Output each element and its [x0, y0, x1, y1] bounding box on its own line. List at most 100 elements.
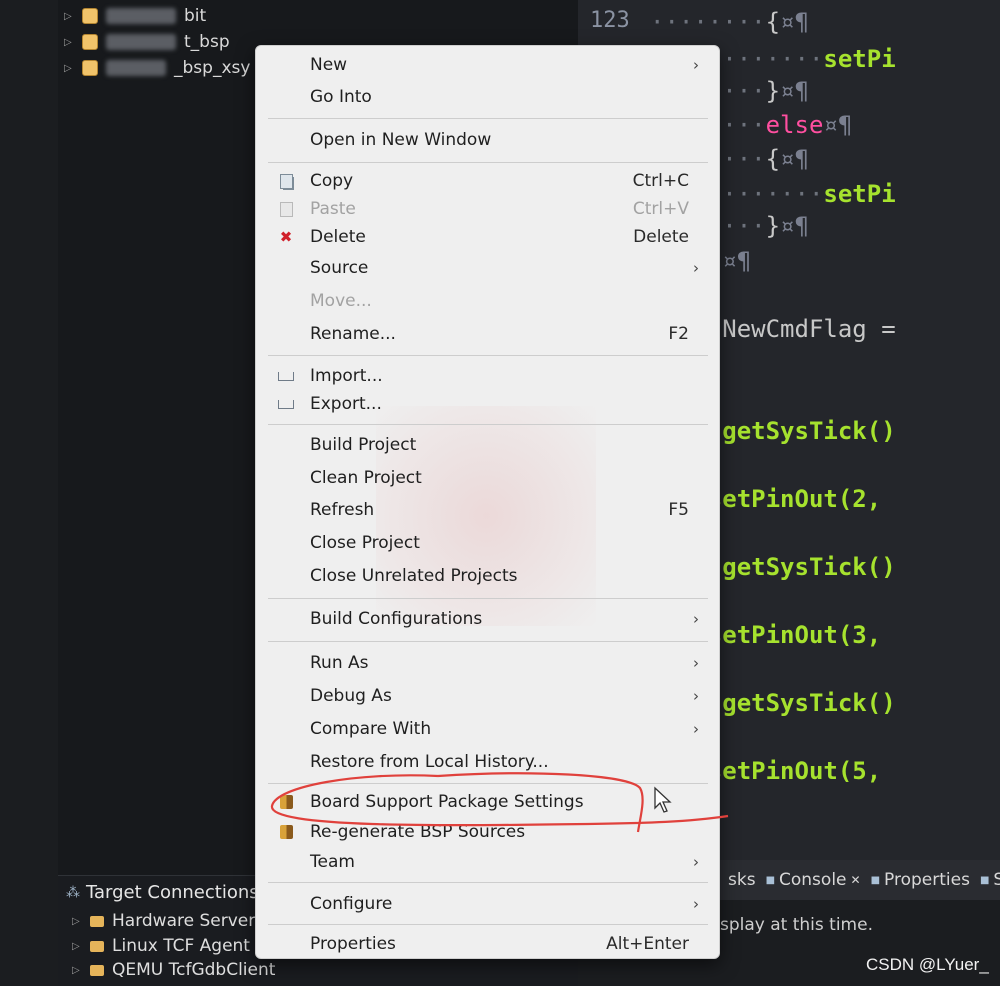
line-end-marker: ¤¶ — [780, 145, 809, 173]
code-text: setPinOut(2, — [707, 485, 882, 513]
submenu-arrow-icon: › — [693, 259, 699, 277]
line-end-marker: ¤¶ — [780, 212, 809, 240]
menu-item-label: Build Project — [310, 435, 417, 455]
menu-item-import[interactable]: Import... — [256, 361, 719, 391]
menu-item-delete[interactable]: ✖ Delete Delete — [256, 222, 719, 252]
console-icon: ■ — [765, 874, 776, 886]
expand-arrow-icon[interactable]: ▷ — [64, 37, 74, 48]
properties-icon: ■ — [870, 874, 881, 886]
menu-item-properties[interactable]: Properties Alt+Enter — [256, 929, 719, 958]
expand-arrow-icon[interactable]: ▷ — [72, 965, 82, 976]
expand-arrow-icon[interactable]: ▷ — [64, 63, 74, 74]
code-text: { — [765, 8, 781, 36]
target-connections-tab[interactable]: ⁂ Target Connections ✕ — [66, 882, 276, 903]
tree-item[interactable]: ▷ _bsp_xsy — [64, 56, 250, 80]
project-icon — [82, 60, 98, 76]
menu-item-build-project[interactable]: Build Project — [256, 430, 719, 460]
tree-item[interactable]: ▷ Linux TCF Agent — [72, 936, 250, 956]
menu-item-label: Delete — [310, 227, 366, 247]
si-icon: ■ — [979, 874, 990, 886]
tab-properties[interactable]: ■ Properties — [871, 870, 970, 890]
console-tab-bar: sks ■ Console ✕ ■ Properties ■ Si — [720, 860, 1000, 900]
menu-item-label: Rename... — [310, 324, 396, 344]
tab-si[interactable]: ■ Si — [980, 870, 1000, 890]
menu-item-copy[interactable]: Copy Ctrl+C — [256, 166, 719, 196]
menu-item-label: Export... — [310, 394, 382, 414]
menu-item-close-unrelated-projects[interactable]: Close Unrelated Projects — [256, 561, 719, 591]
tree-item[interactable]: ▷ t_bsp — [64, 30, 230, 54]
line-end-marker: ¤¶ — [722, 247, 752, 275]
menu-item-open-in-new-window[interactable]: Open in New Window — [256, 125, 719, 155]
menu-item-compare-with[interactable]: Compare With › — [256, 714, 719, 744]
tree-item[interactable]: ▷ Hardware Server — [72, 911, 255, 931]
menu-item-label: Import... — [310, 366, 383, 386]
project-icon — [82, 8, 98, 24]
menu-item-label: Debug As — [310, 686, 392, 706]
folder-icon — [90, 940, 104, 952]
menu-item-refresh[interactable]: Refresh F5 — [256, 495, 719, 525]
menu-item-go-into[interactable]: Go Into — [256, 82, 719, 112]
submenu-arrow-icon: › — [693, 853, 699, 871]
menu-item-close-project[interactable]: Close Project — [256, 528, 719, 558]
menu-separator — [268, 424, 708, 425]
submenu-arrow-icon: › — [693, 610, 699, 628]
expand-arrow-icon[interactable]: ▷ — [72, 916, 82, 927]
code-line: ········{¤¶ — [650, 8, 809, 36]
line-number: 123 — [590, 8, 630, 33]
menu-item-label: Run As — [310, 653, 369, 673]
project-icon — [82, 34, 98, 50]
menu-item-label: Move... — [310, 291, 372, 311]
menu-item-new[interactable]: New › — [256, 50, 719, 80]
menu-item-clean-project[interactable]: Clean Project — [256, 463, 719, 493]
menu-item-configure[interactable]: Configure › — [256, 889, 719, 919]
target-connections-title: Target Connections — [86, 882, 259, 903]
menu-separator — [268, 924, 708, 925]
menu-item-build-configurations[interactable]: Build Configurations › — [256, 604, 719, 634]
menu-item-label: Copy — [310, 171, 354, 191]
menu-separator — [268, 641, 708, 642]
submenu-arrow-icon: › — [693, 654, 699, 672]
menu-item-paste[interactable]: Paste Ctrl+V — [256, 194, 719, 224]
submenu-arrow-icon: › — [693, 56, 699, 74]
line-end-marker: ¤¶ — [823, 111, 853, 139]
shortcut-label: Alt+Enter — [606, 934, 689, 954]
menu-item-label: Source — [310, 258, 369, 278]
menu-item-export[interactable]: Export... — [256, 389, 719, 419]
tab-console[interactable]: ■ Console ✕ — [766, 870, 861, 890]
menu-item-rename[interactable]: Rename... F2 — [256, 319, 719, 349]
line-end-marker: ¤¶ — [780, 8, 809, 36]
tree-item-label: bit — [184, 6, 207, 26]
folder-icon — [90, 915, 104, 927]
target-connections-icon: ⁂ — [66, 884, 80, 901]
submenu-arrow-icon: › — [693, 895, 699, 913]
menu-item-team[interactable]: Team › — [256, 847, 719, 877]
shortcut-label: F2 — [668, 324, 689, 344]
menu-item-label: Compare With — [310, 719, 432, 739]
menu-separator — [268, 598, 708, 599]
menu-item-debug-as[interactable]: Debug As › — [256, 681, 719, 711]
menu-item-source[interactable]: Source › — [256, 253, 719, 283]
blurred-name — [106, 34, 176, 50]
menu-separator — [268, 162, 708, 163]
mouse-cursor-icon — [654, 786, 672, 813]
menu-separator — [268, 118, 708, 119]
tab-partial-label[interactable]: sks — [728, 870, 756, 890]
shortcut-label: Delete — [633, 227, 689, 247]
tree-item-label: _bsp_xsy — [174, 58, 251, 78]
tab-properties-label: Properties — [884, 870, 970, 890]
submenu-arrow-icon: › — [693, 687, 699, 705]
expand-arrow-icon[interactable]: ▷ — [64, 11, 74, 22]
menu-item-run-as[interactable]: Run As › — [256, 648, 719, 678]
menu-item-label: Build Configurations — [310, 609, 483, 629]
menu-item-label: New — [310, 55, 348, 75]
code-text: setPi — [823, 180, 896, 208]
close-icon[interactable]: ✕ — [851, 873, 861, 887]
tab-console-label: Console — [779, 870, 847, 890]
code-text: } — [765, 77, 781, 105]
tree-item[interactable]: ▷ bit — [64, 4, 206, 28]
shortcut-label: Ctrl+V — [632, 199, 689, 219]
tree-item[interactable]: ▷ QEMU TcfGdbClient — [72, 960, 275, 980]
watermark: CSDN @LYuer_ — [866, 955, 989, 974]
expand-arrow-icon[interactable]: ▷ — [72, 941, 82, 952]
menu-item-move[interactable]: Move... — [256, 286, 719, 316]
